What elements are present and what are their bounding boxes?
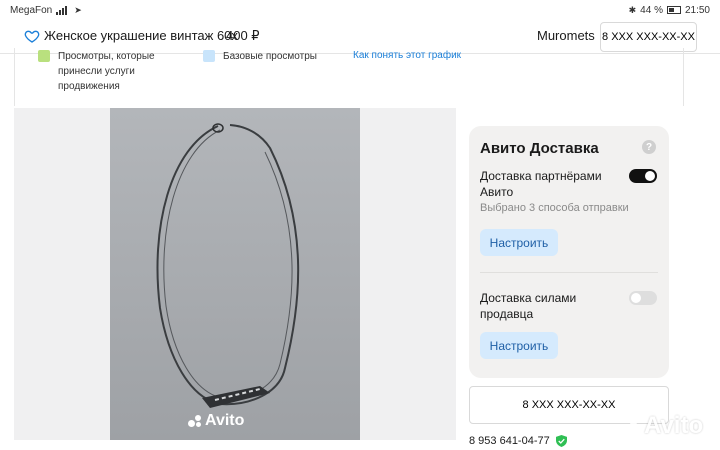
seller-name[interactable]: Muromets [537, 28, 595, 43]
base-views-label: Базовые просмотры [223, 51, 317, 62]
clock: 21:50 [684, 4, 710, 16]
status-bar: MegaFon ➤ ✱ 44 % 21:50 [0, 0, 720, 20]
verified-phone: 8 953 641-04-77 [469, 435, 567, 447]
telegram-icon: ➤ [74, 4, 82, 15]
photo-watermark: Avito [188, 412, 244, 430]
partner-delivery-toggle[interactable] [629, 169, 657, 183]
base-views-swatch [203, 50, 215, 62]
seller-delivery-label: Доставка силами продавца [480, 291, 577, 321]
signal-icon [56, 5, 70, 15]
photo-watermark-text: Avito [205, 412, 245, 429]
listing-price: 400 ₽ [226, 28, 260, 43]
verified-shield-icon [555, 435, 567, 447]
photo-gallery[interactable]: Avito [14, 108, 456, 440]
carrier-label: MegaFon [10, 4, 53, 16]
stats-legend: Просмотры, которые принесли услуги продв… [14, 48, 684, 106]
verified-phone-number: 8 953 641-04-77 [469, 435, 550, 447]
help-icon[interactable]: ? [642, 140, 656, 154]
avito-logo-icon-large [618, 415, 640, 437]
partner-delivery-label: Доставка партнёрами Авито [480, 169, 602, 199]
seller-delivery-toggle[interactable] [629, 291, 657, 305]
delivery-title: Авито Доставка [480, 140, 599, 157]
listing-title: Женское украшение винтаж 60х [44, 28, 238, 43]
partner-delivery-sub: Выбрано 3 способа отправки [480, 202, 629, 214]
chart-help-link[interactable]: Как понять этот график [353, 50, 461, 61]
partner-delivery-configure-button[interactable]: Настроить [480, 229, 558, 256]
battery-icon [666, 6, 681, 14]
promoted-views-swatch [38, 50, 50, 62]
avito-logo-icon [188, 414, 202, 428]
listing-photo[interactable] [110, 108, 360, 440]
necklace-image [110, 108, 360, 440]
screen-watermark: Avito [618, 412, 703, 440]
promoted-views-label: Просмотры, которые принесли услуги продв… [58, 51, 155, 92]
seller-delivery-configure-button[interactable]: Настроить [480, 332, 558, 359]
avito-delivery-card: Авито Доставка ? Доставка партнёрами Ави… [469, 126, 669, 378]
battery-label: 44 % [640, 4, 663, 16]
bluetooth-icon: ✱ [628, 4, 637, 15]
divider [480, 272, 658, 273]
screen-watermark-text: Avito [644, 412, 704, 439]
favorite-heart-icon[interactable] [24, 28, 40, 44]
